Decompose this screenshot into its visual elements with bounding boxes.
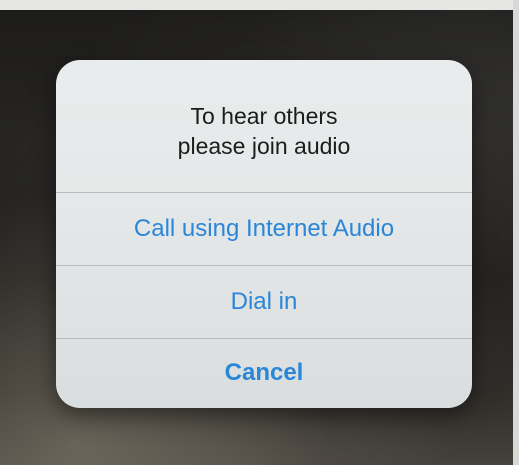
dialog-message-line2: please join audio (177, 133, 351, 159)
photo-right-edge (513, 0, 519, 465)
join-audio-dialog: To hear others please join audio Call us… (56, 60, 472, 408)
dialog-message-line1: To hear others (190, 103, 338, 129)
call-internet-audio-button[interactable]: Call using Internet Audio (56, 193, 472, 265)
dial-in-button[interactable]: Dial in (56, 266, 472, 338)
photo-top-edge (0, 0, 519, 10)
dialog-header: To hear others please join audio (56, 60, 472, 192)
cancel-button[interactable]: Cancel (56, 339, 472, 407)
